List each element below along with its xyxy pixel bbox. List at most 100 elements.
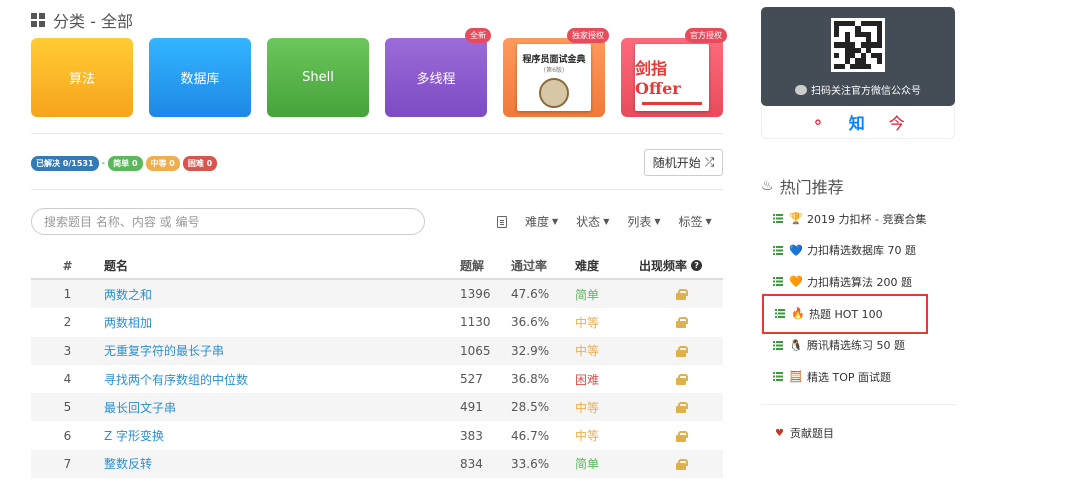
- row-rate: 36.6%: [511, 315, 550, 330]
- wechat-caption: 扫码关注官方微信公众号: [795, 82, 921, 97]
- hot-list: 🏆 2019 力扣杯 - 竞赛合集 💙 力扣精选数据库 70 题 🧡 力扣精选算法 200…: [762, 203, 928, 393]
- help-icon[interactable]: ?: [691, 260, 703, 271]
- category-tiles: 算法 数据库 Shell 多线程 全新 程序员面试金典 (第6版) 独家授权 剑…: [31, 28, 727, 117]
- divider: [31, 189, 723, 190]
- col-solutions[interactable]: 题解: [460, 257, 511, 274]
- wechat-card: 扫码关注官方微信公众号: [761, 7, 955, 106]
- problem-table: # 题名 题解 通过率 难度 出现频率? 1 两数之和 1396 47.6% 简单 2 两数…: [31, 253, 723, 479]
- row-solutions: 527: [460, 372, 483, 387]
- filter-tags[interactable]: 标签 ▼: [679, 213, 712, 230]
- badge-icon: 💙: [789, 243, 803, 257]
- lock-icon: [676, 317, 688, 329]
- row-rate: 47.6%: [511, 287, 550, 302]
- lock-icon: [676, 458, 688, 470]
- filter-status[interactable]: 状态 ▼: [576, 213, 609, 230]
- badge-icon: 🐧: [789, 338, 803, 352]
- filter-difficulty[interactable]: 难度 ▼: [525, 213, 558, 230]
- problem-link[interactable]: 两数之和: [104, 286, 460, 303]
- row-rate: 28.5%: [511, 400, 550, 415]
- exclusive-ribbon: 独家授权: [567, 28, 609, 43]
- tile-shell[interactable]: Shell: [267, 38, 369, 117]
- table-row: 3 无重复字符的最长子串 1065 32.9% 中等: [31, 336, 723, 365]
- badge-icon: 🧮: [789, 370, 803, 384]
- qr-code: [831, 18, 885, 72]
- row-num: 6: [63, 428, 72, 443]
- hot-item-label: 腾讯精选练习 50 题: [807, 339, 905, 353]
- list-icon: [773, 214, 783, 223]
- tile-concurrency[interactable]: 多线程 全新: [385, 28, 491, 117]
- tile-label: 算法: [68, 72, 95, 87]
- hot-item[interactable]: 🏆 2019 力扣杯 - 竞赛合集: [762, 203, 928, 235]
- table-row: 5 最长回文子串 491 28.5% 中等: [31, 393, 723, 422]
- divider: [761, 404, 955, 405]
- row-frequency: [639, 289, 723, 301]
- row-difficulty: 中等: [575, 344, 600, 359]
- list-icon: [773, 245, 783, 255]
- tile-database[interactable]: 数据库: [149, 38, 251, 117]
- new-ribbon: 全新: [465, 28, 491, 43]
- tile-algorithms[interactable]: 算法: [31, 38, 133, 117]
- solved-badge: 已解决 0/1531: [31, 156, 99, 171]
- filter-label: 状态: [576, 215, 601, 229]
- filter-list[interactable]: 列表 ▼: [627, 213, 660, 230]
- row-frequency: [639, 458, 723, 470]
- col-num[interactable]: #: [31, 259, 104, 273]
- row-rate: 33.6%: [511, 456, 550, 471]
- col-rate[interactable]: 通过率: [511, 257, 575, 274]
- book-cover: 剑指Offer: [635, 44, 709, 111]
- shuffle-icon: ⤮: [704, 155, 715, 169]
- row-solutions: 1065: [460, 343, 491, 358]
- wechat-caption-text: 扫码关注官方微信公众号: [811, 86, 921, 97]
- problem-link[interactable]: 寻找两个有序数组的中位数: [104, 371, 460, 388]
- row-solutions: 834: [460, 456, 483, 471]
- hot-item[interactable]: 🧮 精选 TOP 面试题: [762, 361, 928, 393]
- tile-book-offer[interactable]: 剑指Offer 官方授权: [621, 28, 727, 117]
- official-ribbon: 官方授权: [685, 28, 727, 43]
- problem-link[interactable]: 最长回文子串: [104, 399, 460, 416]
- toutiao-icon[interactable]: 今: [889, 110, 905, 134]
- medium-badge: 中等 0: [145, 156, 180, 171]
- hot-item[interactable]: 💙 力扣精选数据库 70 题: [762, 235, 928, 267]
- random-start-button[interactable]: 随机开始 ⤮: [644, 149, 723, 176]
- row-frequency: [639, 430, 723, 442]
- problem-link[interactable]: 两数相加: [104, 314, 460, 331]
- col-frequency-label: 出现频率: [639, 259, 688, 273]
- grid-icon: [31, 13, 45, 27]
- lock-icon: [676, 430, 688, 442]
- row-rate: 32.9%: [511, 343, 550, 358]
- hot-item[interactable]: 🐧 腾讯精选练习 50 题: [762, 330, 928, 362]
- hot-item-label: 2019 力扣杯 - 竞赛合集: [807, 212, 927, 226]
- col-title[interactable]: 题名: [104, 257, 460, 274]
- search-input[interactable]: [31, 208, 425, 235]
- qr-cell: [877, 64, 882, 69]
- list-icon: [773, 277, 783, 286]
- col-difficulty[interactable]: 难度: [575, 257, 639, 274]
- problem-link[interactable]: Z 字形变换: [104, 427, 460, 444]
- zhihu-icon[interactable]: 知: [849, 110, 865, 134]
- row-num: 5: [63, 400, 72, 415]
- row-difficulty: 中等: [575, 429, 600, 444]
- col-frequency[interactable]: 出现频率?: [639, 257, 723, 274]
- hot-item[interactable]: 🔥 热题 HOT 100: [762, 293, 928, 334]
- contribute-link[interactable]: ♥ 贡献题目: [775, 425, 834, 441]
- category-header: 分类 - 全部: [31, 8, 133, 32]
- problem-link[interactable]: 整数反转: [104, 455, 460, 472]
- lock-icon: [676, 289, 688, 301]
- table-row: 4 寻找两个有序数组的中位数 527 36.8% 困难: [31, 365, 723, 393]
- hot-item-label: 热题 HOT 100: [809, 307, 883, 321]
- filter-bar: 难度 ▼ 状态 ▼ 列表 ▼ 标签 ▼: [497, 213, 712, 230]
- lock-icon: [676, 374, 688, 386]
- problem-link[interactable]: 无重复字符的最长子串: [104, 342, 460, 359]
- row-rate: 46.7%: [511, 428, 550, 443]
- book-stripe: [642, 101, 702, 105]
- row-difficulty: 中等: [575, 315, 600, 330]
- row-num: 3: [63, 343, 72, 358]
- weibo-icon[interactable]: ⚬: [811, 113, 824, 132]
- book-title: 剑指Offer: [635, 58, 681, 98]
- list-icon: [773, 372, 783, 381]
- fire-icon: ♨: [761, 178, 774, 194]
- hot-item-label: 精选 TOP 面试题: [807, 370, 892, 384]
- document-icon[interactable]: [497, 215, 507, 228]
- tile-book-interview[interactable]: 程序员面试金典 (第6版) 独家授权: [503, 28, 609, 117]
- badge-icon: 🔥: [791, 307, 805, 320]
